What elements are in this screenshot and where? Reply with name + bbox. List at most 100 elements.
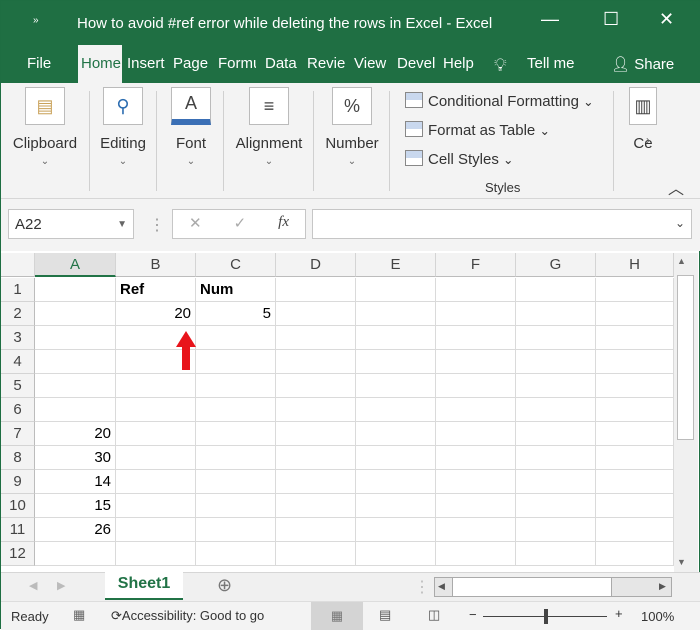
row-header-7[interactable]: 7 bbox=[1, 422, 35, 446]
cell-G4[interactable] bbox=[516, 350, 596, 374]
cell-D7[interactable] bbox=[276, 422, 356, 446]
zoom-in-button[interactable]: + bbox=[615, 606, 623, 621]
cell-F12[interactable] bbox=[436, 542, 516, 566]
add-sheet-icon[interactable]: ⊕ bbox=[217, 575, 232, 596]
cell-F10[interactable] bbox=[436, 494, 516, 518]
cell-A12[interactable] bbox=[35, 542, 116, 566]
accessibility-status[interactable]: ⟳Accessibility: Good to go bbox=[111, 608, 264, 624]
cell-A3[interactable] bbox=[35, 326, 116, 350]
cell-E1[interactable] bbox=[356, 278, 436, 302]
editing-group[interactable]: ⚲ Editing ⌄ bbox=[95, 87, 151, 167]
cell-H5[interactable] bbox=[596, 374, 674, 398]
column-header-H[interactable]: H bbox=[596, 253, 674, 277]
cell-A11[interactable]: 26 bbox=[35, 518, 116, 542]
macro-icon[interactable]: ▦ bbox=[73, 607, 85, 623]
scroll-down-icon[interactable]: ▼ bbox=[677, 557, 686, 567]
scroll-right-icon[interactable]: ▶ bbox=[659, 581, 666, 592]
font-group[interactable]: A Font ⌄ bbox=[165, 87, 217, 167]
cell-E7[interactable] bbox=[356, 422, 436, 446]
cell-A8[interactable]: 30 bbox=[35, 446, 116, 470]
cell-D10[interactable] bbox=[276, 494, 356, 518]
ribbon-scroll-right-icon[interactable]: › bbox=[646, 133, 650, 147]
cell-G11[interactable] bbox=[516, 518, 596, 542]
column-header-F[interactable]: F bbox=[436, 253, 516, 277]
cell-H7[interactable] bbox=[596, 422, 674, 446]
row-header-12[interactable]: 12 bbox=[1, 542, 35, 566]
cells-group[interactable]: ▥ Ce bbox=[625, 87, 661, 152]
cell-D3[interactable] bbox=[276, 326, 356, 350]
next-sheet-icon[interactable]: ▶ bbox=[57, 579, 65, 592]
scroll-thumb[interactable] bbox=[452, 578, 612, 596]
cell-H11[interactable] bbox=[596, 518, 674, 542]
cell-G12[interactable] bbox=[516, 542, 596, 566]
column-header-B[interactable]: B bbox=[116, 253, 196, 277]
cell-D8[interactable] bbox=[276, 446, 356, 470]
zoom-level[interactable]: 100% bbox=[641, 609, 674, 624]
row-header-2[interactable]: 2 bbox=[1, 302, 35, 326]
formula-input[interactable]: ⌄ bbox=[312, 209, 692, 239]
cell-A6[interactable] bbox=[35, 398, 116, 422]
cell-E4[interactable] bbox=[356, 350, 436, 374]
alignment-group[interactable]: ≡ Alignment ⌄ bbox=[231, 87, 307, 167]
cell-D11[interactable] bbox=[276, 518, 356, 542]
zoom-out-button[interactable]: − bbox=[469, 607, 477, 622]
cell-F7[interactable] bbox=[436, 422, 516, 446]
cell-A7[interactable]: 20 bbox=[35, 422, 116, 446]
tab-help[interactable]: Help bbox=[443, 55, 477, 72]
cell-H6[interactable] bbox=[596, 398, 674, 422]
number-group[interactable]: % Number ⌄ bbox=[321, 87, 383, 167]
page-layout-view-button[interactable]: ▤ bbox=[379, 607, 391, 623]
select-all-button[interactable] bbox=[1, 253, 35, 277]
expand-formula-icon[interactable]: ⌄ bbox=[675, 216, 685, 230]
cell-F3[interactable] bbox=[436, 326, 516, 350]
cell-D5[interactable] bbox=[276, 374, 356, 398]
collapse-ribbon-icon[interactable]: ︿ bbox=[668, 175, 684, 199]
cell-F6[interactable] bbox=[436, 398, 516, 422]
insert-function-icon[interactable]: fx bbox=[278, 214, 289, 234]
column-header-C[interactable]: C bbox=[196, 253, 276, 277]
cell-B7[interactable] bbox=[116, 422, 196, 446]
cell-B11[interactable] bbox=[116, 518, 196, 542]
cell-B8[interactable] bbox=[116, 446, 196, 470]
cell-H8[interactable] bbox=[596, 446, 674, 470]
vertical-scrollbar[interactable]: ▲ ▼ bbox=[674, 253, 698, 572]
cancel-icon[interactable]: ✕ bbox=[189, 214, 202, 234]
cell-B6[interactable] bbox=[116, 398, 196, 422]
column-header-E[interactable]: E bbox=[356, 253, 436, 277]
cell-A5[interactable] bbox=[35, 374, 116, 398]
cell-A1[interactable] bbox=[35, 278, 116, 302]
cell-H2[interactable] bbox=[596, 302, 674, 326]
cell-F4[interactable] bbox=[436, 350, 516, 374]
row-header-3[interactable]: 3 bbox=[1, 326, 35, 350]
format-as-table-button[interactable]: Format as Table ⌄ bbox=[405, 121, 550, 139]
cell-E11[interactable] bbox=[356, 518, 436, 542]
maximize-button[interactable]: ☐ bbox=[603, 9, 619, 30]
tab-data[interactable]: Data bbox=[265, 55, 299, 72]
row-header-1[interactable]: 1 bbox=[1, 278, 35, 302]
cell-B1[interactable]: Ref bbox=[116, 278, 196, 302]
cell-F2[interactable] bbox=[436, 302, 516, 326]
cell-C2[interactable]: 5 bbox=[196, 302, 276, 326]
cell-A2[interactable] bbox=[35, 302, 116, 326]
cell-C4[interactable] bbox=[196, 350, 276, 374]
horizontal-scrollbar[interactable]: ◀ ▶ bbox=[434, 577, 672, 597]
cell-H4[interactable] bbox=[596, 350, 674, 374]
cell-C10[interactable] bbox=[196, 494, 276, 518]
cell-C1[interactable]: Num bbox=[196, 278, 276, 302]
column-header-G[interactable]: G bbox=[516, 253, 596, 277]
zoom-slider-thumb[interactable] bbox=[544, 609, 548, 624]
cell-styles-button[interactable]: Cell Styles ⌄ bbox=[405, 150, 514, 168]
scroll-thumb[interactable] bbox=[677, 275, 694, 440]
cell-C6[interactable] bbox=[196, 398, 276, 422]
row-header-5[interactable]: 5 bbox=[1, 374, 35, 398]
cell-G6[interactable] bbox=[516, 398, 596, 422]
cell-C12[interactable] bbox=[196, 542, 276, 566]
column-header-A[interactable]: A bbox=[35, 253, 116, 277]
quick-access-icon[interactable]: » bbox=[33, 15, 39, 26]
cell-G10[interactable] bbox=[516, 494, 596, 518]
conditional-formatting-button[interactable]: Conditional Formatting ⌄ bbox=[405, 92, 594, 110]
cell-H9[interactable] bbox=[596, 470, 674, 494]
cell-E12[interactable] bbox=[356, 542, 436, 566]
cell-A10[interactable]: 15 bbox=[35, 494, 116, 518]
cell-E6[interactable] bbox=[356, 398, 436, 422]
